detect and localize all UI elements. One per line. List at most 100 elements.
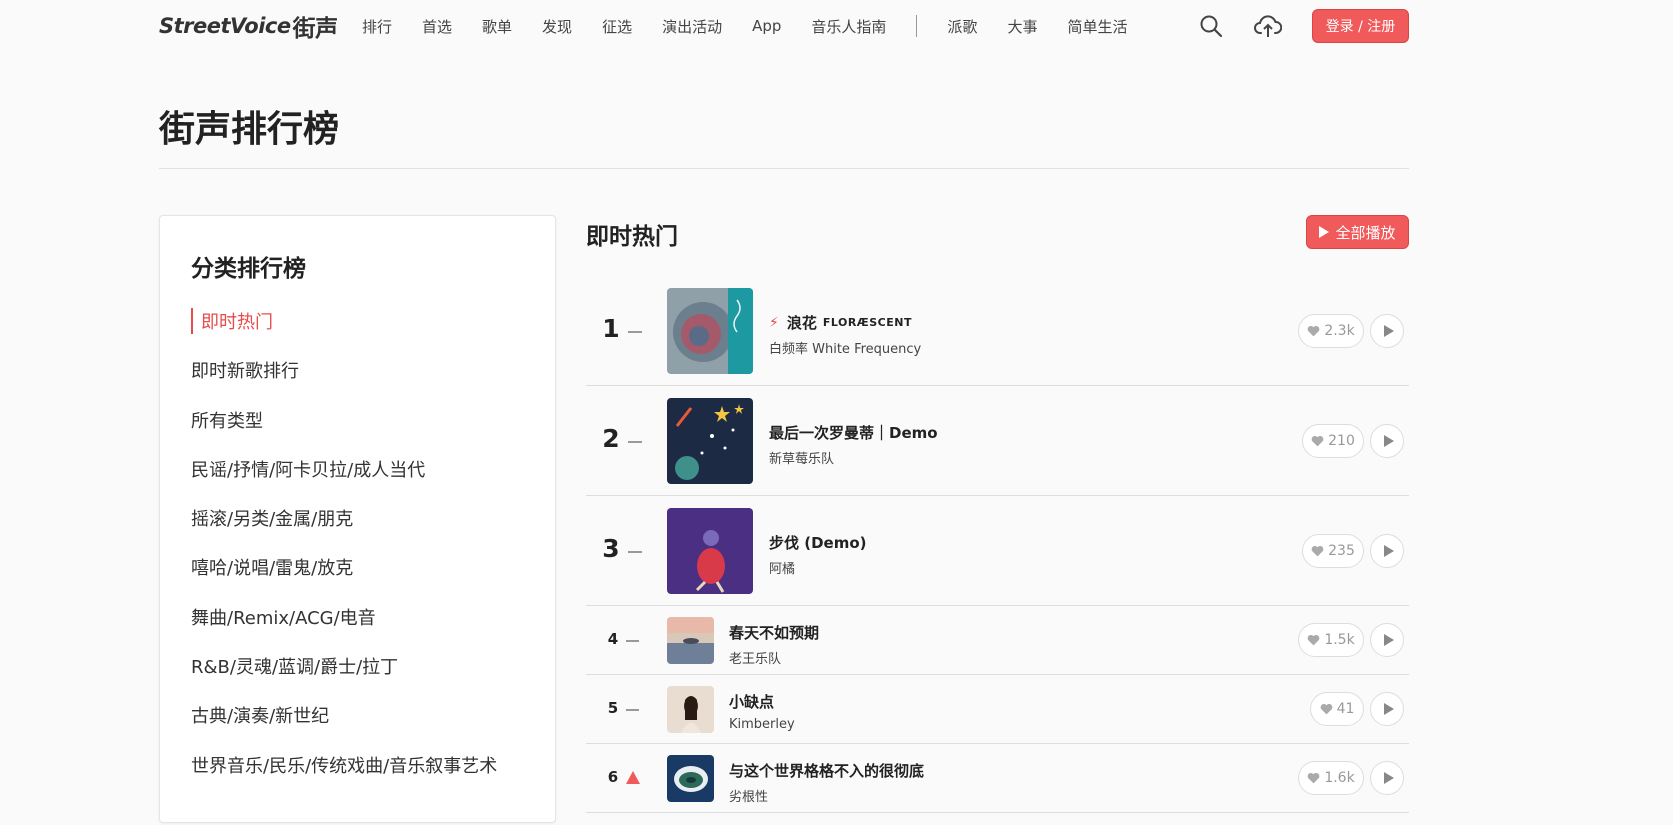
song-info: ⚡ 浪花 FLORÆSCENT 白频率 White Frequency <box>769 312 921 357</box>
play-song-button[interactable] <box>1370 424 1404 458</box>
nav-item-musician-guide[interactable]: 音乐人指南 <box>811 16 886 37</box>
album-cover[interactable] <box>667 617 714 664</box>
like-button[interactable]: 2.3k <box>1298 314 1364 348</box>
page-title: 街声排行榜 <box>159 109 340 150</box>
category-item-rnb[interactable]: R&B/灵魂/蓝调/爵士/拉丁 <box>191 653 497 702</box>
like-button[interactable]: 235 <box>1302 534 1364 568</box>
nav-item-calls[interactable]: 征选 <box>602 16 632 37</box>
nav-item-app[interactable]: App <box>752 17 781 35</box>
category-label: 嘻哈/说唱/雷鬼/放克 <box>191 558 354 580</box>
song-title[interactable]: 步伐 (Demo) <box>769 532 867 553</box>
song-title[interactable]: 与这个世界格格不入的很彻底 <box>729 760 924 781</box>
streetvoice-logo[interactable]: StreetVoice 街声 <box>159 10 338 42</box>
category-item-classical[interactable]: 古典/演奏/新世纪 <box>191 702 497 751</box>
song-title[interactable]: 春天不如预期 <box>729 622 819 643</box>
artist-name[interactable]: 白频率 White Frequency <box>769 338 921 357</box>
heart-icon <box>1320 703 1332 715</box>
album-cover[interactable] <box>667 686 714 733</box>
table-row: 5 小缺点 Kimberley 41 <box>586 675 1409 744</box>
play-song-button[interactable] <box>1370 314 1404 348</box>
like-button[interactable]: 41 <box>1310 692 1364 726</box>
song-title-text: 浪花 <box>786 314 817 332</box>
nav-item-charts[interactable]: 排行 <box>362 16 392 37</box>
like-count: 210 <box>1328 433 1355 449</box>
nav-item-news[interactable]: 大事 <box>1007 16 1037 37</box>
rank-number: 4 <box>607 630 619 648</box>
login-register-button[interactable]: 登录 / 注册 <box>1312 9 1409 43</box>
table-row: 1 ⚡ 浪花 FLORÆSCENT 白频率 White Frequency 2.… <box>586 276 1409 386</box>
category-label: 所有类型 <box>191 410 263 432</box>
artist-name[interactable]: Kimberley <box>729 717 795 732</box>
nav-item-events[interactable]: 演出活动 <box>662 16 722 37</box>
play-icon <box>1319 226 1330 238</box>
sidebar-title: 分类排行榜 <box>191 256 306 282</box>
heart-icon <box>1307 634 1320 646</box>
heart-icon <box>1311 545 1324 557</box>
song-title-text: 小缺点 <box>729 693 775 711</box>
category-item-world[interactable]: 世界音乐/民乐/传统戏曲/音乐叙事艺术 <box>191 752 497 801</box>
nav-item-playlists[interactable]: 歌单 <box>482 16 512 37</box>
like-count: 41 <box>1336 701 1355 717</box>
play-song-button[interactable] <box>1370 623 1404 657</box>
nav-item-simple-life[interactable]: 简单生活 <box>1067 16 1127 37</box>
artist-name[interactable]: 老王乐队 <box>729 648 819 667</box>
song-title[interactable]: 最后一次罗曼蒂｜Demo <box>769 422 938 443</box>
logo-latin: StreetVoice <box>159 14 291 38</box>
artist-name[interactable]: 劣根性 <box>729 786 924 805</box>
play-all-button[interactable]: 全部播放 <box>1306 215 1409 249</box>
song-title-text: 最后一次罗曼蒂｜Demo <box>769 424 938 442</box>
like-count: 2.3k <box>1324 323 1355 339</box>
like-button[interactable]: 1.6k <box>1298 761 1364 795</box>
play-song-button[interactable] <box>1370 761 1404 795</box>
main-nav: 排行 首选 歌单 发现 征选 演出活动 App 音乐人指南 派歌 大事 简单生活 <box>362 14 1157 38</box>
album-cover[interactable] <box>667 755 714 802</box>
song-info: 最后一次罗曼蒂｜Demo 新草莓乐队 <box>769 422 938 467</box>
category-label: R&B/灵魂/蓝调/爵士/拉丁 <box>191 657 399 679</box>
play-song-button[interactable] <box>1370 692 1404 726</box>
like-count: 1.6k <box>1324 770 1355 786</box>
category-item-rock[interactable]: 摇滚/另类/金属/朋克 <box>191 505 497 554</box>
song-info: 步伐 (Demo) 阿橘 <box>769 532 867 577</box>
hot-bolt-icon: ⚡ <box>769 314 779 331</box>
like-count: 235 <box>1328 543 1355 559</box>
table-row: 4 春天不如预期 老王乐队 1.5k <box>586 606 1409 675</box>
upload-cloud-icon[interactable] <box>1254 12 1282 40</box>
category-sidebar: 分类排行榜 即时热门 即时新歌排行 所有类型 民谣/抒情/阿卡贝拉/成人当代 摇… <box>159 215 556 823</box>
category-list: 即时热门 即时新歌排行 所有类型 民谣/抒情/阿卡贝拉/成人当代 摇滚/另类/金… <box>191 308 497 801</box>
trend-up-icon <box>626 771 640 784</box>
song-title[interactable]: 小缺点 <box>729 691 795 712</box>
like-button[interactable]: 210 <box>1302 424 1364 458</box>
song-info: 小缺点 Kimberley <box>729 691 795 732</box>
play-song-button[interactable] <box>1370 534 1404 568</box>
nav-item-pitch[interactable]: 派歌 <box>947 16 977 37</box>
title-divider <box>159 168 1409 169</box>
category-item-hot-now[interactable]: 即时热门 <box>191 308 497 357</box>
category-item-all-genres[interactable]: 所有类型 <box>191 407 497 456</box>
trend-same-icon <box>628 551 642 553</box>
category-item-dance[interactable]: 舞曲/Remix/ACG/电音 <box>191 604 497 653</box>
nav-item-featured[interactable]: 首选 <box>422 16 452 37</box>
album-cover[interactable] <box>667 508 753 594</box>
play-all-label: 全部播放 <box>1335 223 1396 242</box>
album-cover[interactable] <box>667 288 753 374</box>
artist-name[interactable]: 新草莓乐队 <box>769 448 938 467</box>
nav-item-discover[interactable]: 发现 <box>542 16 572 37</box>
like-button[interactable]: 1.5k <box>1298 623 1364 657</box>
category-label: 即时热门 <box>191 308 273 334</box>
logo-cn: 街声 <box>292 16 339 42</box>
table-row: 2 最后一次罗曼蒂｜Demo 新草莓乐队 210 <box>586 386 1409 496</box>
category-item-new-songs[interactable]: 即时新歌排行 <box>191 357 497 406</box>
play-icon <box>1383 435 1394 447</box>
top-navigation-bar: StreetVoice 街声 排行 首选 歌单 发现 征选 演出活动 App 音乐… <box>0 0 1673 56</box>
search-icon[interactable] <box>1197 12 1225 40</box>
artist-name[interactable]: 阿橘 <box>769 558 867 577</box>
song-title[interactable]: ⚡ 浪花 FLORÆSCENT <box>769 312 921 333</box>
category-label: 即时新歌排行 <box>191 361 299 383</box>
category-item-hiphop[interactable]: 嘻哈/说唱/雷鬼/放克 <box>191 554 497 603</box>
like-count: 1.5k <box>1324 632 1355 648</box>
song-title-text: 与这个世界格格不入的很彻底 <box>729 762 925 780</box>
rank-number: 2 <box>602 424 620 453</box>
play-icon <box>1383 703 1394 715</box>
album-cover[interactable] <box>667 398 753 484</box>
category-item-folk[interactable]: 民谣/抒情/阿卡贝拉/成人当代 <box>191 456 497 505</box>
